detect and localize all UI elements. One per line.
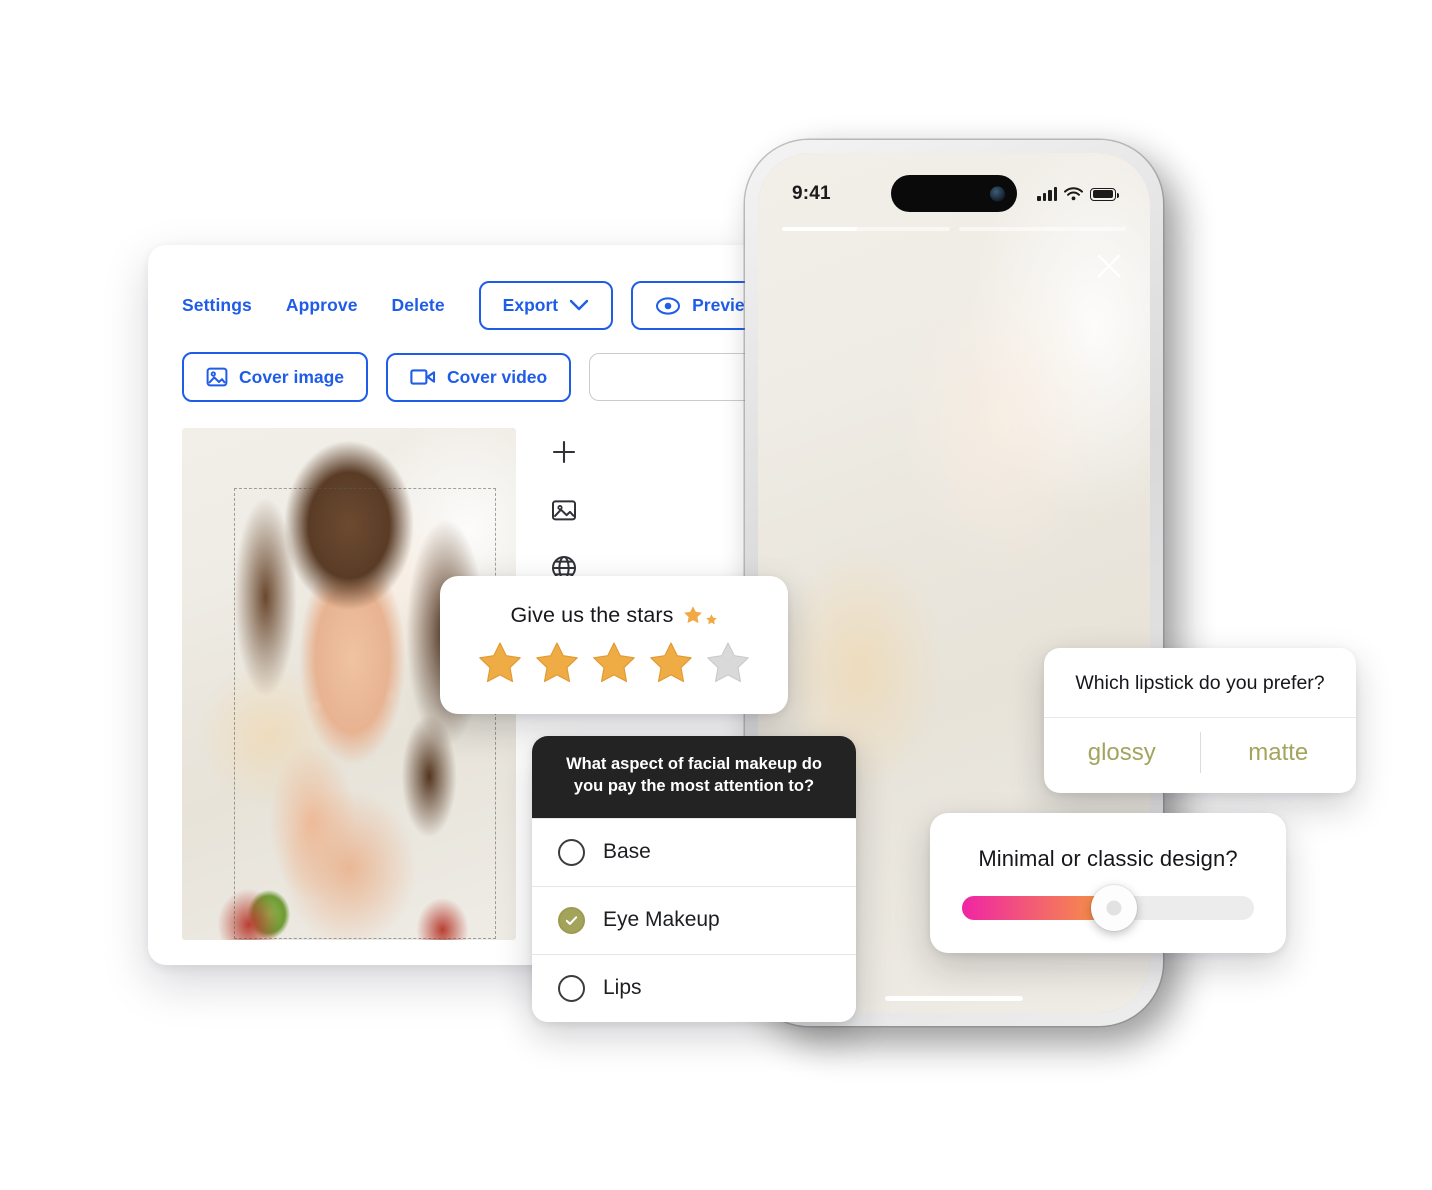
star-icon-small — [705, 614, 717, 625]
cover-image-button[interactable]: Cover image — [182, 352, 369, 402]
story-segment[interactable] — [782, 227, 950, 231]
star-icon-empty[interactable] — [703, 638, 753, 688]
story-progress-bars[interactable] — [782, 227, 1126, 231]
add-plus-icon[interactable] — [550, 438, 578, 466]
approve-button[interactable]: Approve — [286, 295, 358, 316]
status-time: 9:41 — [792, 183, 831, 204]
image-icon[interactable] — [550, 496, 578, 524]
status-indicators — [1037, 187, 1119, 201]
poll-option-label: Base — [603, 840, 651, 864]
poll-option-label: Eye Makeup — [603, 908, 720, 932]
delete-button[interactable]: Delete — [392, 295, 445, 316]
toolbar-primary: Settings Approve Delete Export Preview — [148, 281, 760, 330]
rating-title-row: Give us the stars — [510, 603, 717, 628]
eye-icon — [655, 296, 681, 316]
poll-question: What aspect of facial makeup do you pay … — [532, 736, 856, 818]
cover-video-label: Cover video — [447, 366, 548, 387]
star-icon-filled[interactable] — [532, 638, 582, 688]
home-indicator — [885, 996, 1023, 1001]
decorative-stars — [682, 604, 718, 626]
poll-option-lips[interactable]: Lips — [532, 953, 856, 1022]
star-icon-filled[interactable] — [589, 638, 639, 688]
lipstick-question: Which lipstick do you prefer? — [1075, 672, 1325, 694]
star-icon-filled[interactable] — [646, 638, 696, 688]
cover-video-button[interactable]: Cover video — [386, 352, 572, 402]
star-icon-filled[interactable] — [475, 638, 525, 688]
poll-card: What aspect of facial makeup do you pay … — [532, 736, 856, 1022]
screenshot-stage: Settings Approve Delete Export Preview C… — [0, 0, 1432, 1190]
status-bar: 9:41 — [758, 177, 1150, 211]
export-label: Export — [502, 295, 559, 315]
slider-thumb[interactable] — [1090, 885, 1137, 931]
close-icon[interactable] — [1092, 249, 1126, 283]
cover-image-label: Cover image — [239, 366, 345, 387]
poll-option-label: Lips — [603, 976, 642, 1000]
star-rating-control[interactable] — [475, 638, 753, 688]
toolbar-secondary: Cover image Cover video — [148, 352, 760, 402]
battery-icon — [1090, 187, 1119, 201]
radio-unchecked-icon — [558, 838, 585, 866]
design-slider[interactable] — [962, 885, 1254, 931]
settings-button[interactable]: Settings — [182, 295, 252, 316]
design-slider-question: Minimal or classic design? — [978, 846, 1238, 871]
wifi-icon — [1064, 187, 1083, 201]
radio-unchecked-icon — [558, 974, 585, 1002]
story-segment[interactable] — [958, 227, 1126, 231]
cellular-signal-icon — [1037, 187, 1057, 201]
radio-checked-icon — [558, 906, 585, 934]
lipstick-options: glossy matte — [1044, 717, 1356, 793]
export-button[interactable]: Export — [478, 281, 614, 330]
rating-card: Give us the stars — [440, 576, 788, 714]
lipstick-question-card: Which lipstick do you prefer? glossy mat… — [1044, 648, 1356, 793]
preview-button[interactable]: Preview — [631, 281, 760, 330]
rating-title: Give us the stars — [510, 602, 674, 627]
poll-option-base[interactable]: Base — [532, 817, 856, 886]
star-icon — [683, 606, 702, 624]
image-icon — [206, 366, 228, 388]
design-slider-card: Minimal or classic design? — [930, 813, 1286, 953]
chevron-down-icon — [569, 299, 589, 312]
poll-option-eye-makeup[interactable]: Eye Makeup — [532, 885, 856, 954]
search-input[interactable] — [589, 353, 760, 401]
video-icon — [410, 367, 436, 387]
lipstick-option-glossy[interactable]: glossy — [1044, 718, 1200, 793]
lipstick-option-matte[interactable]: matte — [1201, 718, 1357, 793]
